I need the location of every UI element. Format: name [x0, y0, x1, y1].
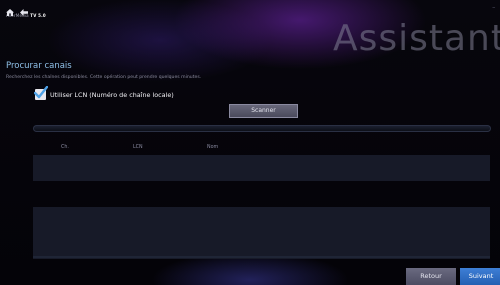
instructions-text: Recherchez les chaînes disponibles. Cett…	[6, 75, 202, 80]
scan-button[interactable]: Scanner	[229, 104, 298, 118]
scan-progress-bar	[33, 125, 491, 132]
table-row[interactable]	[33, 155, 490, 181]
table-row[interactable]	[33, 181, 490, 207]
home-icon[interactable]	[6, 9, 14, 16]
minimize-button[interactable]: _	[493, 2, 496, 8]
table-row[interactable]	[33, 207, 490, 233]
page-heading: Procurar canais	[6, 61, 72, 71]
nav-bar	[6, 9, 28, 16]
back-arrow-icon[interactable]	[20, 9, 28, 16]
lcn-checkbox[interactable]	[34, 86, 48, 100]
back-button[interactable]: Retour	[406, 268, 456, 285]
channel-table: Ch. LCN Nom	[33, 141, 490, 259]
lcn-label: Utiliser LCN (Numéro de chaîne locale)	[50, 90, 174, 99]
table-scroll-track	[33, 256, 490, 258]
next-button[interactable]: Suivant	[460, 268, 500, 285]
column-header-lcn[interactable]: LCN	[133, 145, 143, 150]
lcn-option[interactable]: Utiliser LCN (Numéro de chaîne locale)	[34, 86, 174, 100]
column-header-name[interactable]: Nom	[207, 145, 218, 150]
table-header: Ch. LCN Nom	[33, 141, 490, 155]
checkmark-icon	[34, 86, 48, 99]
column-header-channel[interactable]: Ch.	[61, 145, 69, 150]
assistant-title: Assistant	[332, 18, 500, 59]
